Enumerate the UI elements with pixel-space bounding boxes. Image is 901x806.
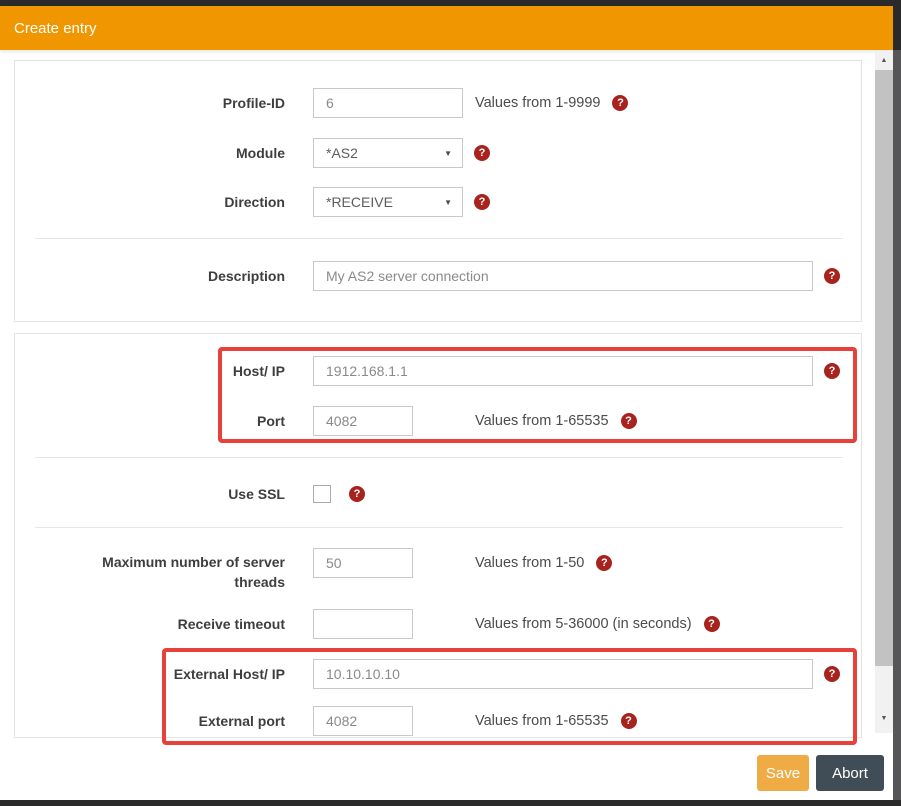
- dialog-header: Create entry: [0, 6, 901, 50]
- scrollbar-thumb[interactable]: [875, 70, 893, 666]
- host-ip-input[interactable]: [313, 356, 813, 386]
- port-label: Port: [0, 406, 285, 436]
- use-ssl-hint: ?: [349, 479, 365, 509]
- receive-timeout-hint-text: Values from 5-36000 (in seconds): [475, 616, 692, 632]
- use-ssl-label: Use SSL: [0, 479, 285, 509]
- port-hint-text: Values from 1-65535: [475, 413, 609, 429]
- external-host-ip-hint: ?: [824, 659, 840, 689]
- port-hint: Values from 1-65535 ?: [475, 406, 637, 436]
- max-threads-hint: Values from 1-50 ?: [475, 548, 612, 578]
- divider: [35, 238, 843, 239]
- max-threads-hint-text: Values from 1-50: [475, 555, 584, 571]
- divider: [35, 527, 843, 528]
- help-icon[interactable]: ?: [474, 194, 490, 210]
- external-port-label: External port: [0, 706, 285, 736]
- scroll-up-arrow-icon[interactable]: ▲: [875, 52, 893, 68]
- external-host-ip-input[interactable]: [313, 659, 813, 689]
- right-edge-dark-strip: [893, 0, 901, 50]
- help-icon[interactable]: ?: [824, 363, 840, 379]
- description-label: Description: [0, 261, 285, 291]
- direction-select[interactable]: *RECEIVE ▼: [313, 187, 463, 217]
- help-icon[interactable]: ?: [704, 616, 720, 632]
- module-select-value: *AS2: [326, 145, 358, 161]
- direction-select-value: *RECEIVE: [326, 194, 393, 210]
- help-icon[interactable]: ?: [596, 555, 612, 571]
- port-input[interactable]: [313, 406, 413, 436]
- receive-timeout-hint: Values from 5-36000 (in seconds) ?: [475, 609, 720, 639]
- module-select[interactable]: *AS2 ▼: [313, 138, 463, 168]
- profile-id-label: Profile-ID: [0, 88, 285, 118]
- profile-id-input[interactable]: [313, 88, 463, 118]
- help-icon[interactable]: ?: [621, 713, 637, 729]
- external-port-input[interactable]: [313, 706, 413, 736]
- profile-id-hint-text: Values from 1-9999: [475, 95, 600, 111]
- max-threads-label: Maximum number of server threads: [55, 552, 285, 592]
- host-ip-hint: ?: [824, 356, 840, 386]
- chevron-down-icon: ▼: [444, 149, 452, 158]
- receive-timeout-input[interactable]: [313, 609, 413, 639]
- help-icon[interactable]: ?: [349, 486, 365, 502]
- help-icon[interactable]: ?: [824, 268, 840, 284]
- bottom-edge-bar: [0, 800, 901, 806]
- max-threads-input[interactable]: [313, 548, 413, 578]
- module-hint: ?: [474, 138, 490, 168]
- direction-hint: ?: [474, 187, 490, 217]
- divider: [35, 457, 843, 458]
- abort-button[interactable]: Abort: [816, 755, 884, 791]
- create-entry-dialog: Create entry Profile-ID Values from 1-99…: [0, 0, 901, 806]
- chevron-down-icon: ▼: [444, 198, 452, 207]
- profile-id-hint: Values from 1-9999 ?: [475, 88, 628, 118]
- dialog-title: Create entry: [14, 20, 97, 37]
- host-ip-label: Host/ IP: [0, 356, 285, 386]
- external-port-hint-text: Values from 1-65535: [475, 713, 609, 729]
- use-ssl-checkbox[interactable]: [313, 485, 331, 503]
- help-icon[interactable]: ?: [621, 413, 637, 429]
- direction-label: Direction: [0, 187, 285, 217]
- help-icon[interactable]: ?: [824, 666, 840, 682]
- save-button[interactable]: Save: [757, 755, 809, 791]
- scroll-down-arrow-icon[interactable]: ▼: [875, 710, 893, 726]
- external-host-ip-label: External Host/ IP: [0, 659, 285, 689]
- right-edge-gray-strip: [893, 50, 901, 800]
- module-label: Module: [0, 138, 285, 168]
- help-icon[interactable]: ?: [474, 145, 490, 161]
- description-input[interactable]: [313, 261, 813, 291]
- description-hint: ?: [824, 261, 840, 291]
- external-port-hint: Values from 1-65535 ?: [475, 706, 637, 736]
- help-icon[interactable]: ?: [612, 95, 628, 111]
- receive-timeout-label: Receive timeout: [0, 609, 285, 639]
